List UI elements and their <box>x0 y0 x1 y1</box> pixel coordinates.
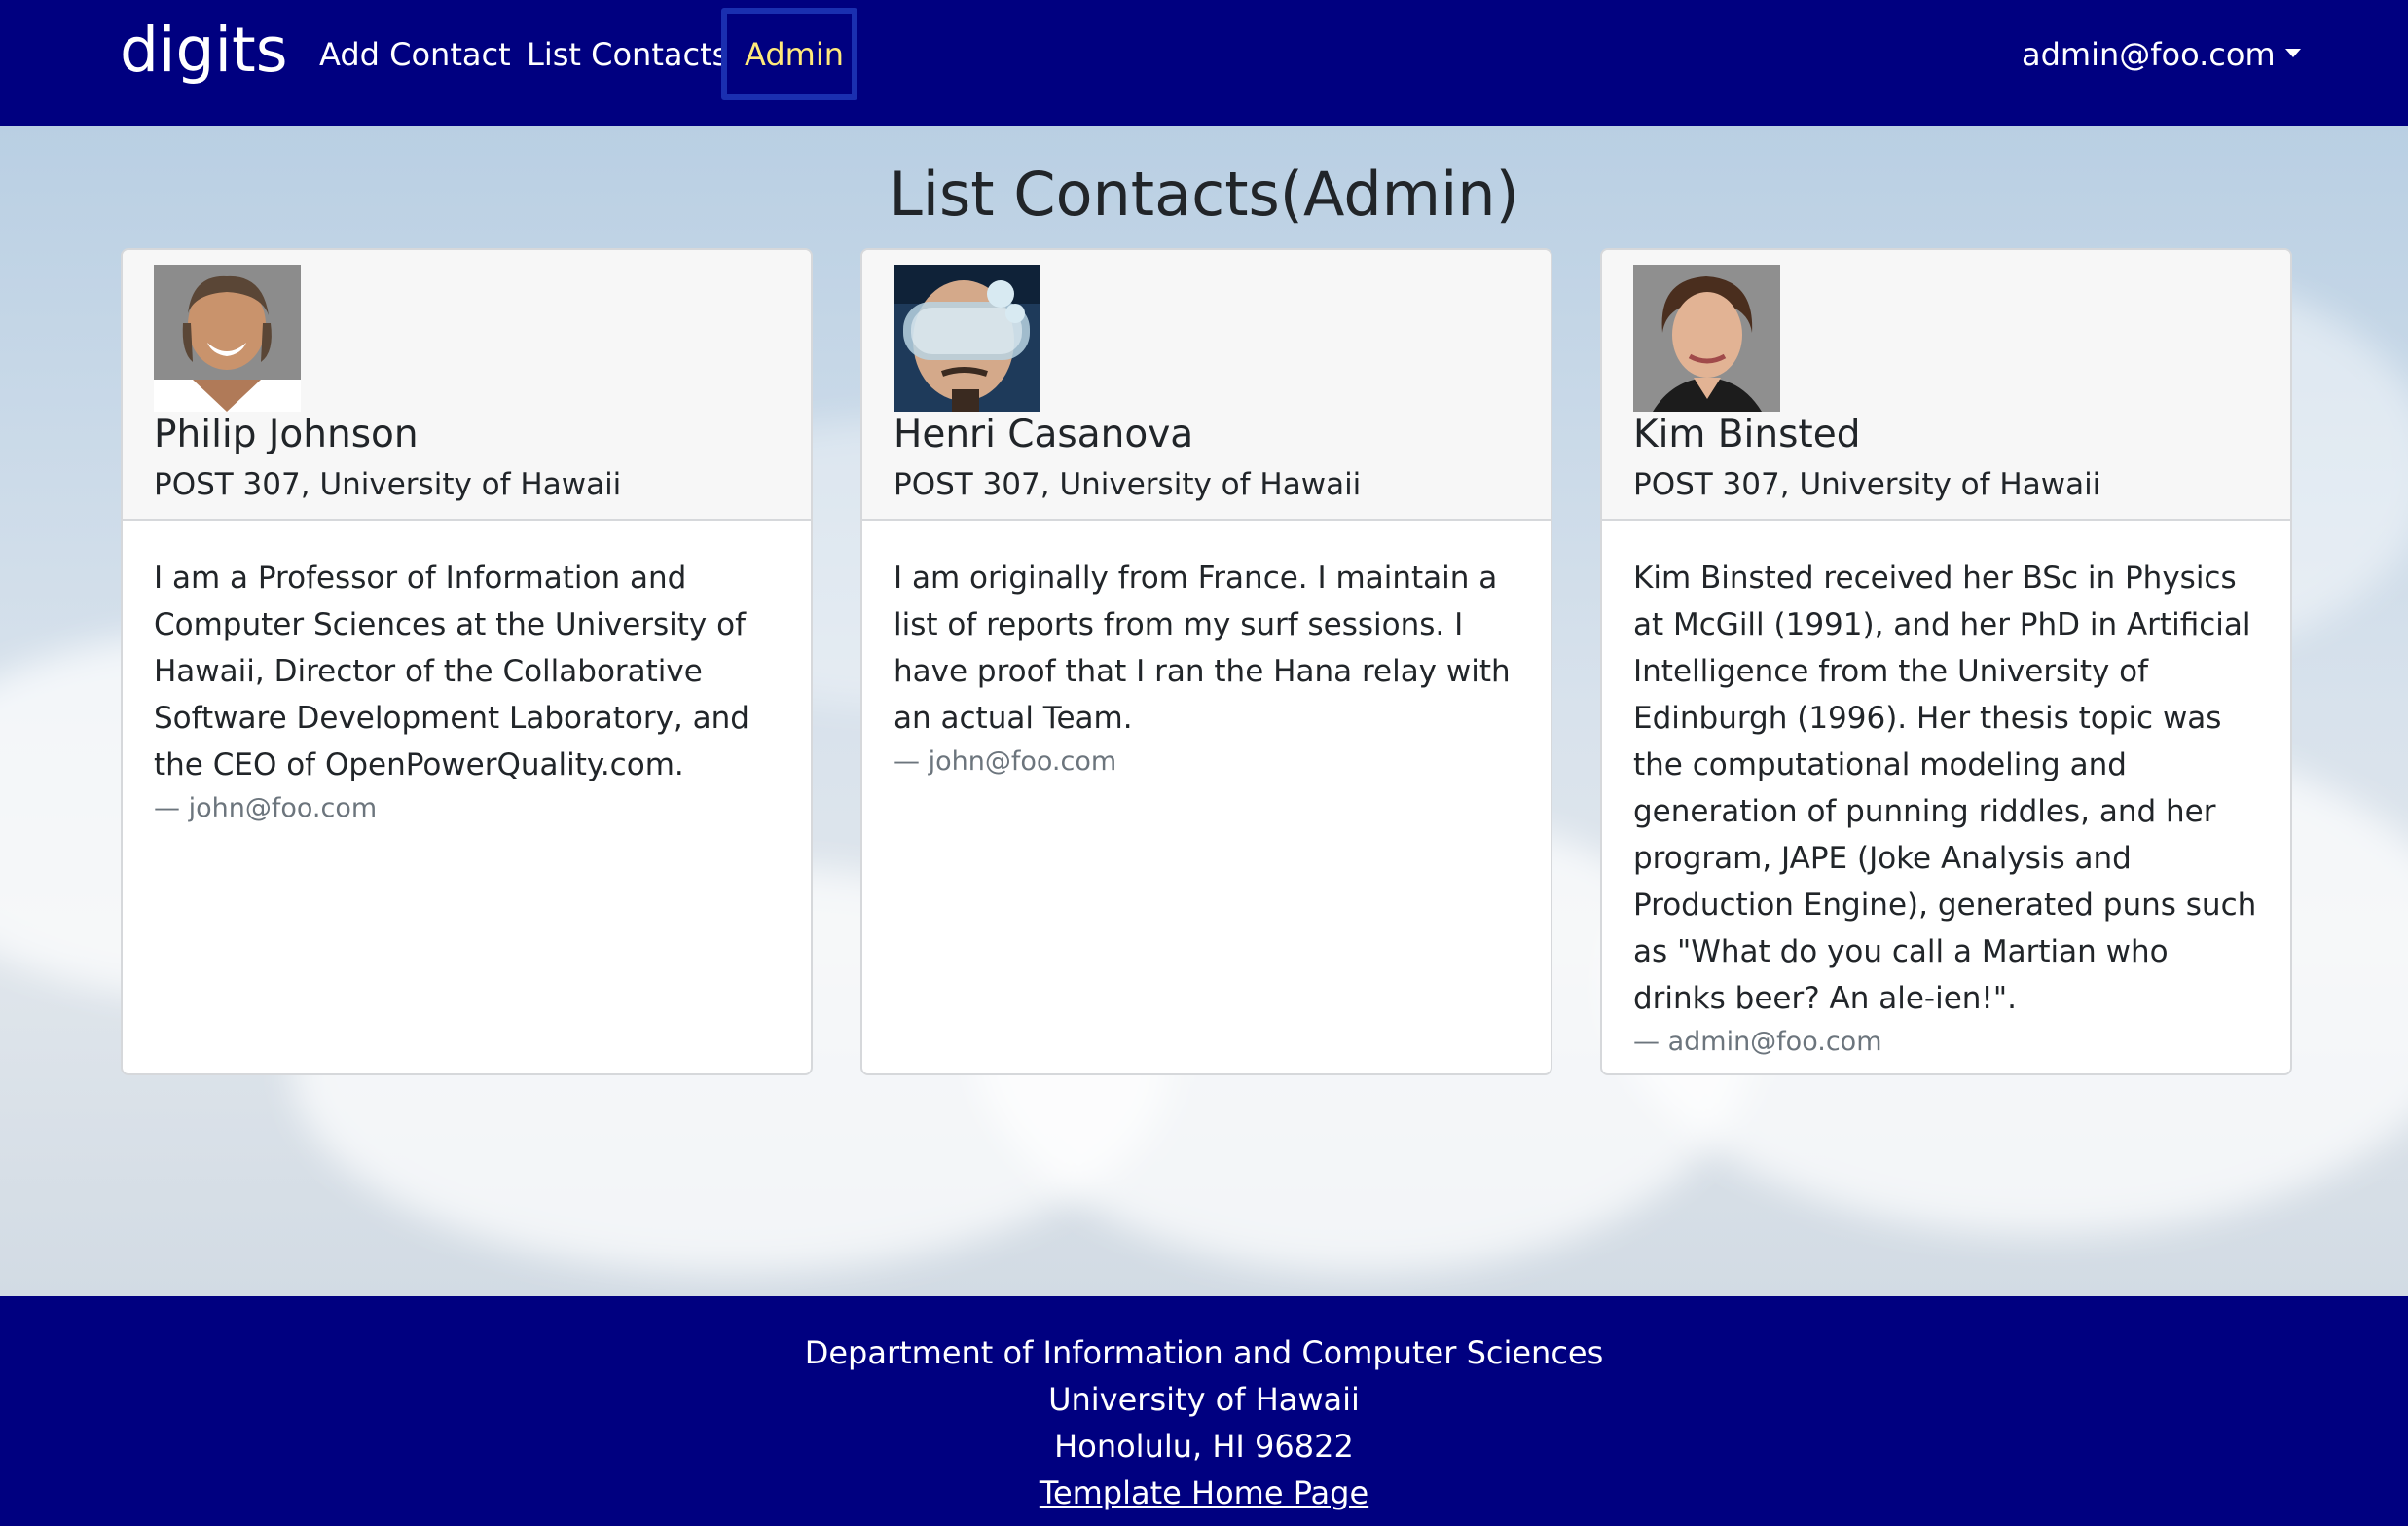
navbar: digits Add Contact List Contacts Admin a… <box>0 0 2408 126</box>
contact-description: Kim Binsted received her BSc in Physics … <box>1633 561 2257 1016</box>
footer: Department of Information and Computer S… <box>0 1296 2408 1526</box>
user-email: admin@foo.com <box>2022 36 2276 73</box>
contact-description: I am a Professor of Information and Comp… <box>154 561 749 782</box>
contact-address: POST 307, University of Hawaii <box>894 467 1362 502</box>
contact-card: Philip Johnson POST 307, University of H… <box>121 248 813 1075</box>
card-header: Philip Johnson POST 307, University of H… <box>123 250 811 521</box>
contact-owner: — john@foo.com <box>894 746 1117 777</box>
template-home-link[interactable]: Template Home Page <box>1040 1474 1368 1511</box>
footer-department: Department of Information and Computer S… <box>804 1334 1604 1371</box>
nav-list-contacts[interactable]: List Contacts <box>527 33 728 76</box>
card-header: Henri Casanova POST 307, University of H… <box>862 250 1551 521</box>
contact-address: POST 307, University of Hawaii <box>154 467 622 502</box>
footer-university: University of Hawaii <box>1048 1381 1360 1418</box>
avatar <box>894 265 1040 412</box>
page-title: List Contacts(Admin) <box>889 159 1519 230</box>
avatar <box>1633 265 1780 412</box>
nav-admin[interactable]: Admin <box>745 33 844 76</box>
brand-logo[interactable]: digits <box>120 12 288 90</box>
footer-location: Honolulu, HI 96822 <box>1054 1428 1354 1465</box>
card-body: Kim Binsted received her BSc in Physics … <box>1633 555 2266 1063</box>
contact-name: Philip Johnson <box>154 413 419 456</box>
contact-owner: — john@foo.com <box>154 793 378 823</box>
contact-address: POST 307, University of Hawaii <box>1633 467 2101 502</box>
contact-card: Henri Casanova POST 307, University of H… <box>860 248 1552 1075</box>
card-body: I am a Professor of Information and Comp… <box>154 555 786 829</box>
contact-name: Henri Casanova <box>894 413 1194 456</box>
nav-add-contact[interactable]: Add Contact <box>319 33 511 76</box>
contact-description: I am originally from France. I maintain … <box>894 561 1511 736</box>
contact-owner: — admin@foo.com <box>1633 1027 1882 1057</box>
caret-down-icon <box>2284 48 2301 57</box>
card-header: Kim Binsted POST 307, University of Hawa… <box>1602 250 2290 521</box>
contact-card: Kim Binsted POST 307, University of Hawa… <box>1600 248 2292 1075</box>
user-dropdown[interactable]: admin@foo.com <box>2022 33 2301 76</box>
contact-name: Kim Binsted <box>1633 413 1861 456</box>
card-body: I am originally from France. I maintain … <box>894 555 1526 782</box>
avatar <box>154 265 301 412</box>
